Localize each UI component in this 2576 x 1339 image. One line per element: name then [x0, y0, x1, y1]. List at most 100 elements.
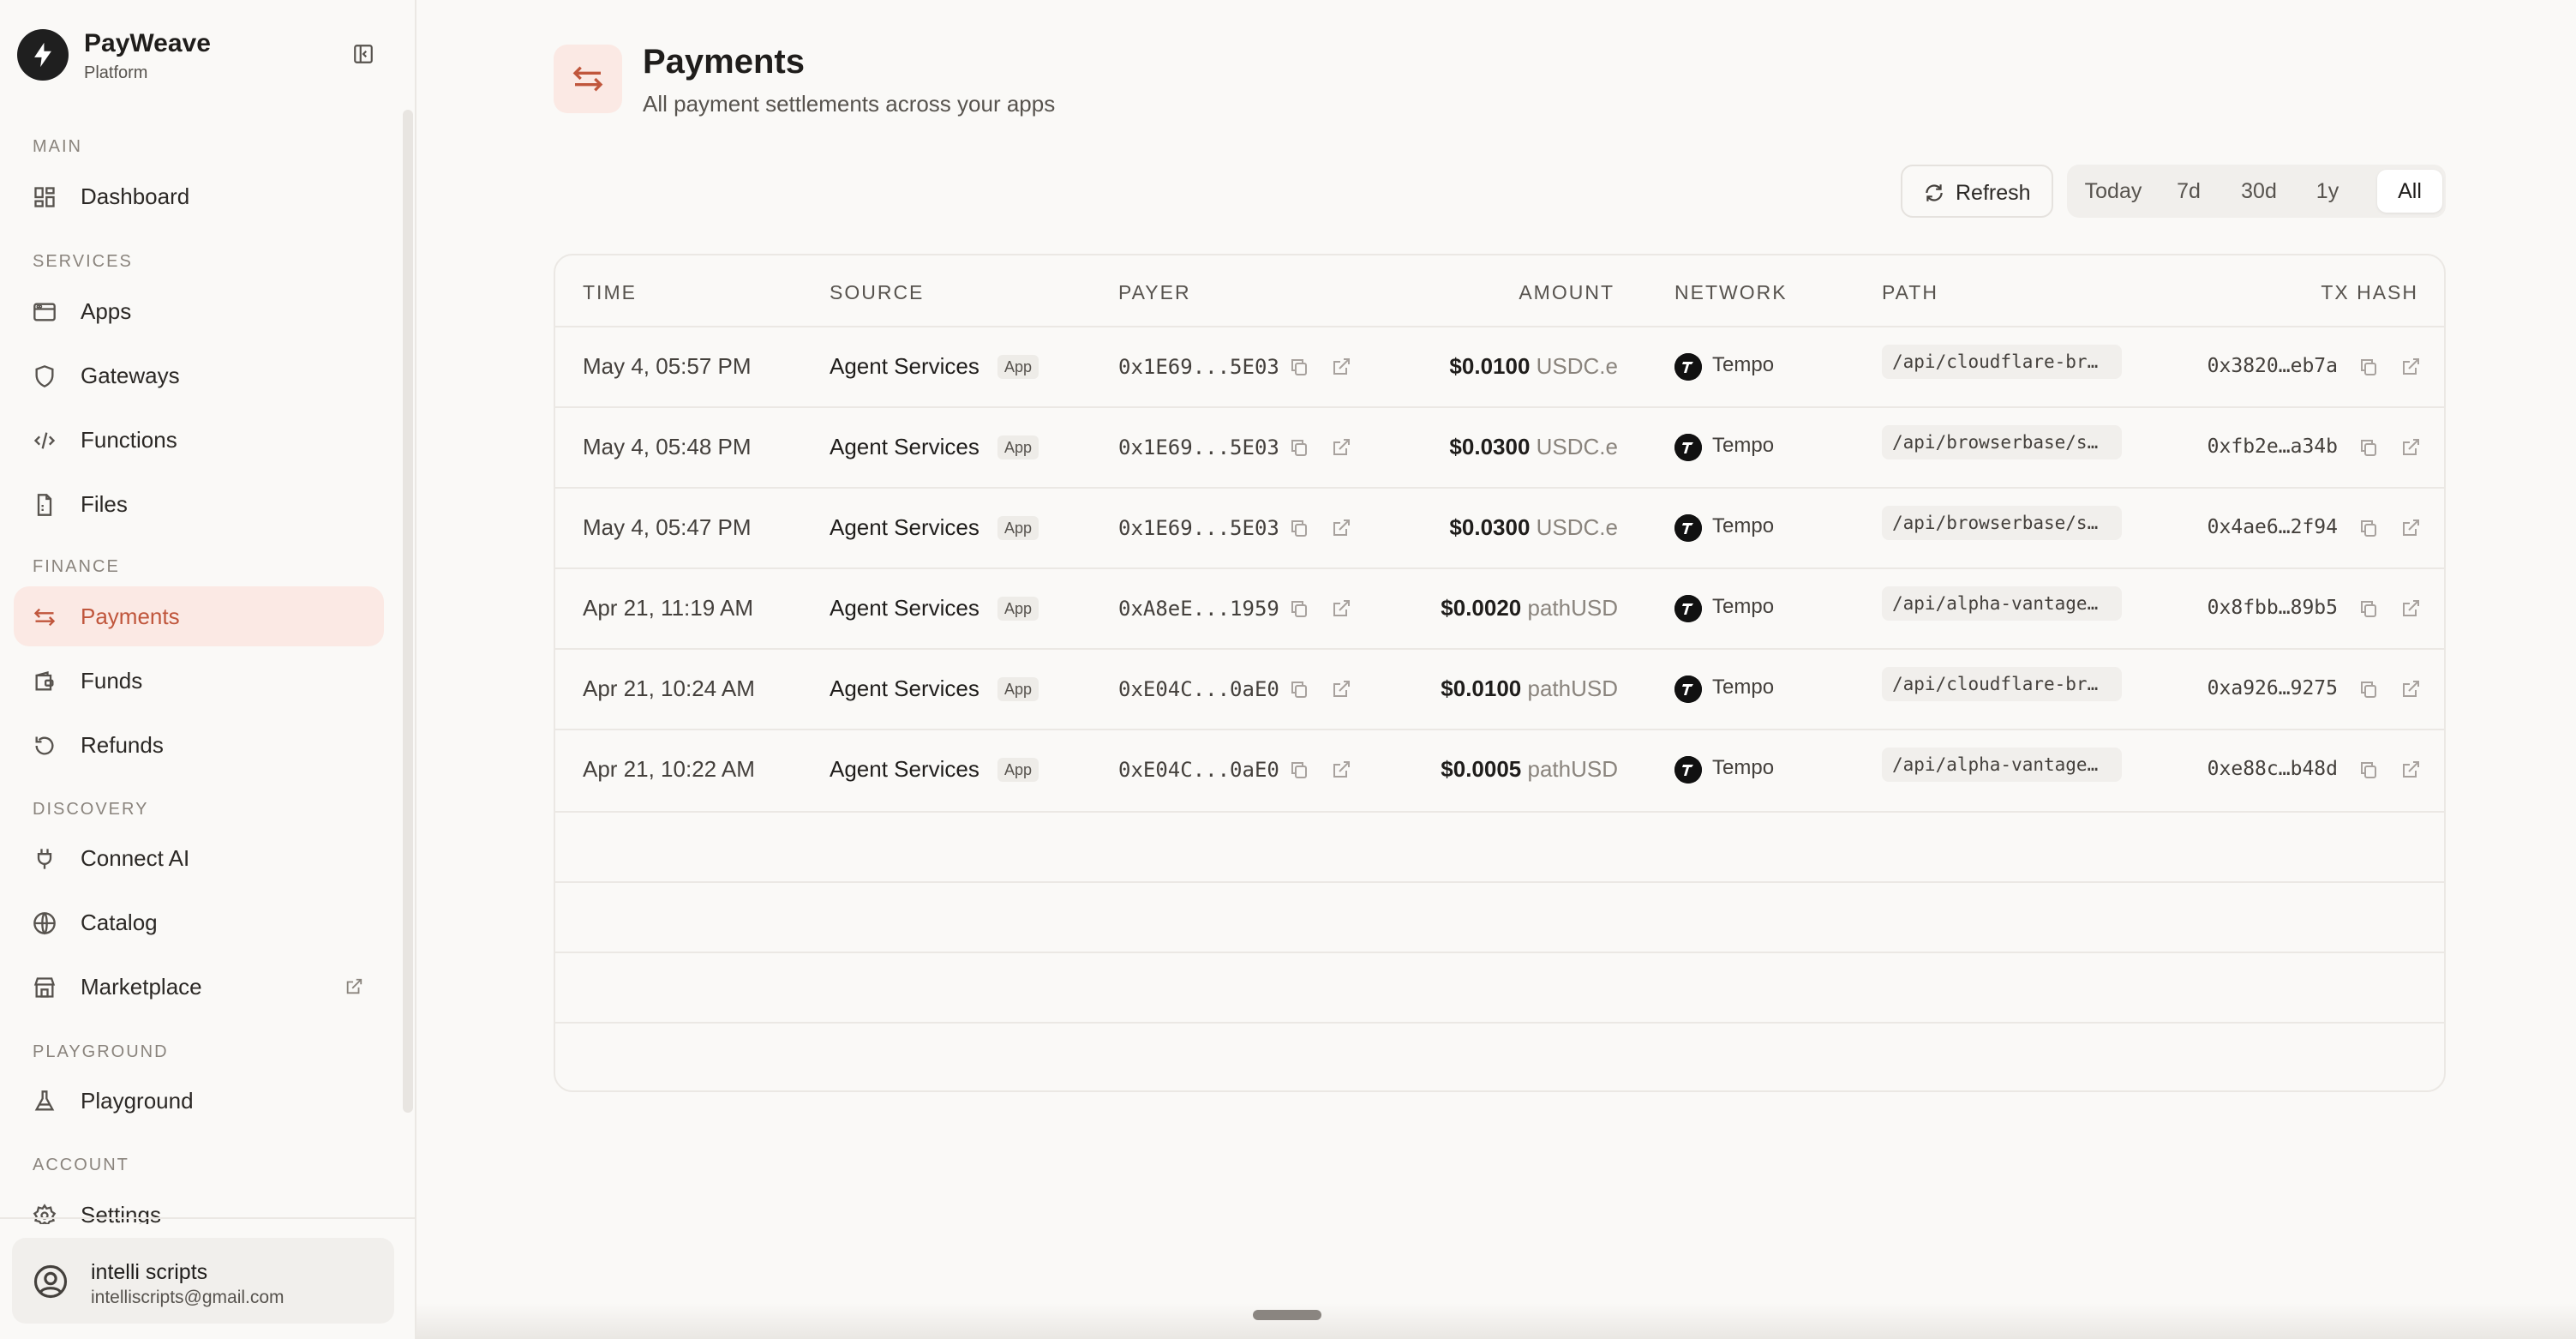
refresh-button[interactable]: Refresh	[1901, 165, 2053, 218]
external-link-icon[interactable]	[2400, 518, 2421, 538]
copy-icon[interactable]	[1289, 760, 1309, 780]
cell-amount: $0.0100 USDC.e	[1449, 353, 1618, 380]
column-header-time[interactable]: TIME	[583, 281, 637, 304]
table-row[interactable]: Apr 21, 10:24 AM Agent Services App 0xE04C.…	[555, 648, 2444, 729]
copy-icon[interactable]	[2358, 357, 2379, 377]
external-link-icon[interactable]	[2400, 357, 2421, 377]
sidebar-item-label: Connect AI	[81, 845, 190, 871]
external-link-icon[interactable]	[1331, 357, 1351, 377]
cell-path: /api/browserbase/s…	[1882, 425, 2122, 459]
app-badge: App	[997, 355, 1039, 379]
cell-source: Agent Services	[830, 756, 979, 782]
range-today[interactable]: Today	[2076, 170, 2151, 213]
store-icon	[33, 977, 56, 998]
external-link-icon[interactable]	[1331, 437, 1351, 458]
cell-path: /api/browserbase/s…	[1882, 506, 2122, 540]
payments-table: TIME SOURCE PAYER AMOUNT NETWORK PATH TX…	[554, 254, 2446, 1092]
grid-icon	[34, 187, 55, 207]
cell-payer: 0x1E69...5E03	[1118, 355, 1279, 379]
external-link-icon[interactable]	[1331, 760, 1351, 780]
column-header-source[interactable]: SOURCE	[830, 281, 924, 304]
cell-tx-hash: 0xfb2e…a34b	[2207, 435, 2338, 458]
brand-name: PayWeave	[84, 29, 211, 57]
copy-icon[interactable]	[2358, 437, 2379, 458]
sidebar-item-files[interactable]: Files	[14, 474, 384, 534]
cell-source: Agent Services	[830, 676, 979, 701]
amount-token: USDC.e	[1536, 353, 1618, 379]
range-30d[interactable]: 30d	[2225, 170, 2293, 213]
sidebar-item-apps[interactable]: Apps	[14, 281, 384, 341]
sidebar-scrollbar[interactable]	[403, 110, 413, 1113]
cell-source: Agent Services	[830, 434, 979, 459]
amount-value: $0.0300	[1449, 434, 1531, 459]
sidebar-item-gateways[interactable]: Gateways	[14, 345, 384, 405]
account-card[interactable]: intelli scripts intelliscripts@gmail.com	[12, 1238, 394, 1324]
external-link-icon[interactable]	[2400, 679, 2421, 700]
table-row[interactable]: May 4, 05:47 PM Agent Services App 0x1E69..…	[555, 487, 2444, 567]
brand-subtitle: Platform	[84, 63, 148, 82]
sidebar-item-functions[interactable]: Functions	[14, 410, 384, 470]
globe-icon	[33, 912, 56, 935]
external-link-icon[interactable]	[1331, 518, 1351, 538]
table-row[interactable]: Apr 21, 11:19 AM Agent Services App 0xA8eE.…	[555, 567, 2444, 648]
column-header-tx-hash[interactable]: TX HASH	[2321, 281, 2418, 304]
time-range-selector: Today 7d 30d 1y All	[2067, 165, 2446, 218]
table-row[interactable]: May 4, 05:48 PM Agent Services App 0x1E69..…	[555, 406, 2444, 487]
sidebar-item-marketplace[interactable]: Marketplace	[14, 957, 384, 1017]
external-link-icon[interactable]	[2400, 437, 2421, 458]
amount-value: $0.0100	[1441, 676, 1522, 701]
amount-token: pathUSD	[1527, 676, 1619, 701]
amount-value: $0.0005	[1441, 756, 1522, 782]
range-1y[interactable]: 1y	[2300, 170, 2355, 213]
column-header-payer[interactable]: PAYER	[1118, 281, 1191, 304]
bolt-icon	[17, 29, 69, 81]
bottom-shade	[416, 1303, 2576, 1339]
table-row[interactable]: May 4, 05:57 PM Agent Services App 0x1E69..…	[555, 326, 2444, 406]
amount-value: $0.0300	[1449, 514, 1531, 540]
copy-icon[interactable]	[1289, 357, 1309, 377]
range-7d[interactable]: 7d	[2161, 170, 2216, 213]
copy-icon[interactable]	[2358, 518, 2379, 538]
sidebar-item-dashboard[interactable]: Dashboard	[14, 166, 384, 226]
column-header-path[interactable]: PATH	[1882, 281, 1938, 304]
sidebar-item-catalog[interactable]: Catalog	[14, 892, 384, 952]
sidebar-item-label: Apps	[81, 298, 132, 324]
range-all[interactable]: All	[2377, 170, 2442, 213]
sidebar-item-label: Dashboard	[81, 183, 190, 209]
external-link-icon[interactable]	[2400, 598, 2421, 619]
sidebar-item-payments[interactable]: Payments	[14, 586, 384, 646]
column-header-network[interactable]: NETWORK	[1674, 281, 1788, 304]
drag-handle[interactable]	[1253, 1310, 1321, 1320]
copy-icon[interactable]	[1289, 437, 1309, 458]
external-link-icon[interactable]	[1331, 598, 1351, 619]
external-link-icon[interactable]	[1331, 679, 1351, 700]
code-icon	[33, 432, 56, 449]
sidebar-item-label: Funds	[81, 668, 143, 694]
sidebar-item-connect-ai[interactable]: Connect AI	[14, 828, 384, 888]
external-link-icon[interactable]	[2400, 760, 2421, 780]
sidebar-item-label: Gateways	[81, 363, 180, 388]
copy-icon[interactable]	[2358, 598, 2379, 619]
empty-row	[555, 811, 2444, 881]
sidebar-item-funds[interactable]: Funds	[14, 651, 384, 711]
divider	[0, 1217, 415, 1219]
cell-path: /api/alpha-vantage…	[1882, 748, 2122, 782]
cell-source: Agent Services	[830, 595, 979, 621]
cell-source: Agent Services	[830, 514, 979, 540]
amount-token: pathUSD	[1527, 595, 1619, 621]
copy-icon[interactable]	[1289, 518, 1309, 538]
sidebar-item-playground[interactable]: Playground	[14, 1071, 384, 1131]
copy-icon[interactable]	[2358, 679, 2379, 700]
sidebar-item-refunds[interactable]: Refunds	[14, 715, 384, 775]
brand[interactable]: PayWeave Platform	[17, 27, 394, 84]
arrows-swap-icon	[33, 608, 56, 627]
nav-section-finance: FINANCE	[33, 557, 120, 576]
table-row[interactable]: Apr 21, 10:22 AM Agent Services App 0xE04C.…	[555, 729, 2444, 809]
copy-icon[interactable]	[2358, 760, 2379, 780]
copy-icon[interactable]	[1289, 598, 1309, 619]
cell-time: Apr 21, 10:22 AM	[583, 756, 755, 782]
copy-icon[interactable]	[1289, 679, 1309, 700]
sidebar-collapse-icon[interactable]	[350, 40, 377, 68]
column-header-amount[interactable]: AMOUNT	[1519, 281, 1614, 304]
rotate-ccw-icon	[35, 736, 54, 755]
